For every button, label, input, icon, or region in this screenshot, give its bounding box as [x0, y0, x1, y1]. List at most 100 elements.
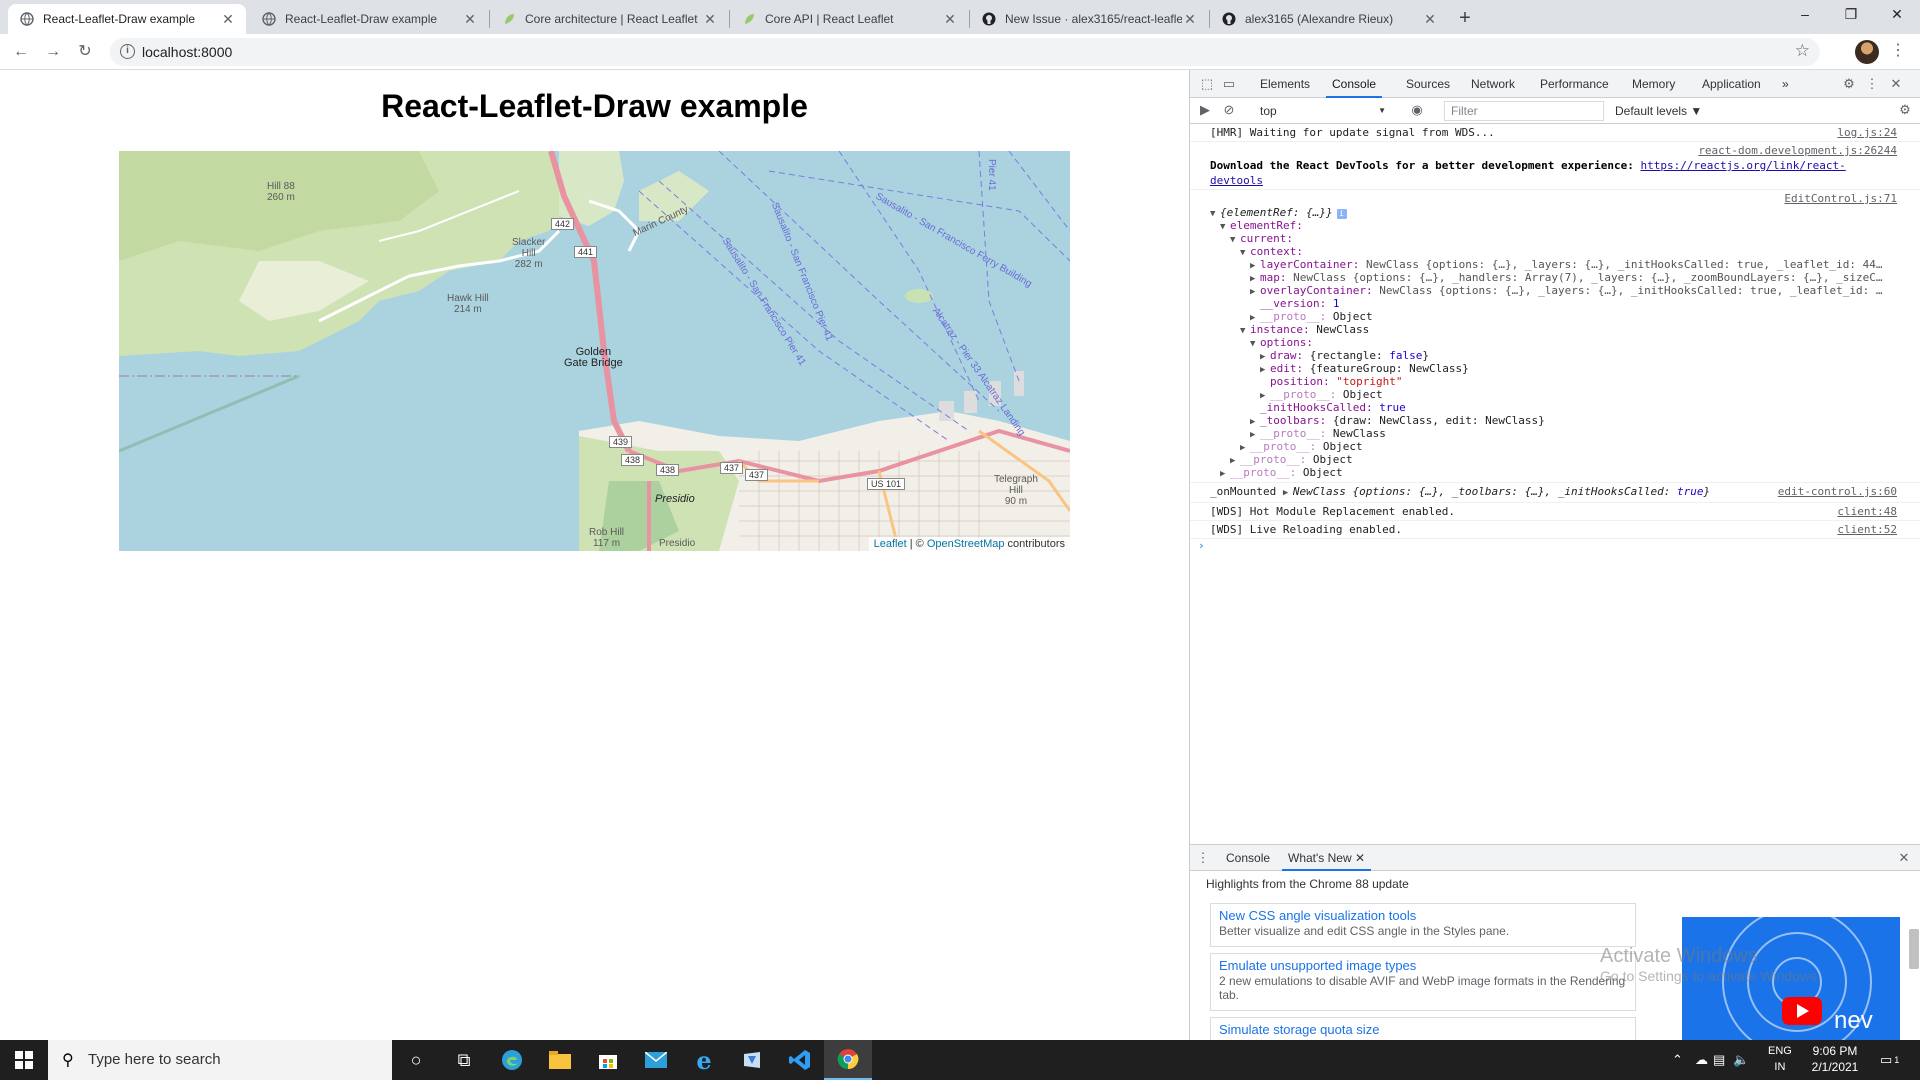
mail-icon[interactable] [632, 1040, 680, 1080]
whats-new-card[interactable]: Emulate unsupported image types 2 new em… [1210, 953, 1636, 1011]
inspect-element-icon[interactable]: ⬚ [1198, 75, 1216, 93]
whats-new-card[interactable]: Simulate storage quota size [1210, 1017, 1636, 1041]
source-link[interactable]: edit-control.js:60 [1778, 484, 1897, 499]
url-text[interactable]: localhost:8000 [142, 44, 232, 60]
vscode-icon[interactable] [776, 1040, 824, 1080]
gear-icon[interactable]: ⚙ [1840, 75, 1858, 93]
clear-console-icon[interactable]: ⊘ [1220, 101, 1238, 119]
tree-node[interactable]: ▼ instance: NewClass [1210, 323, 1897, 336]
tab-core-api[interactable]: Core API | React Leaflet ✕ [730, 4, 968, 34]
log-levels-dropdown[interactable]: Default levels ▼ [1615, 101, 1702, 121]
tree-node[interactable]: ▼ elementRef: [1210, 219, 1897, 232]
close-icon[interactable]: ✕ [702, 11, 718, 28]
tab-memory[interactable]: Memory [1626, 70, 1681, 98]
system-clock[interactable]: 9:06 PM 2/1/2021 [1800, 1043, 1870, 1075]
show-hidden-icons[interactable]: ⌃ [1672, 1040, 1683, 1080]
tab-elements[interactable]: Elements [1254, 70, 1316, 98]
eye-icon[interactable]: ◉ [1408, 101, 1426, 119]
file-explorer-icon[interactable] [536, 1040, 584, 1080]
tree-node[interactable]: ▶ layerContainer: NewClass {options: {…},… [1210, 258, 1897, 271]
leaflet-link[interactable]: Leaflet [874, 538, 907, 550]
drawer-scrollbar[interactable] [1909, 929, 1919, 969]
close-icon[interactable]: ✕ [1887, 75, 1905, 93]
tree-node[interactable]: ▶ __proto__: Object [1210, 466, 1897, 479]
language-indicator[interactable]: ENG IN [1768, 1043, 1792, 1075]
source-link[interactable]: log.js:24 [1837, 125, 1897, 140]
card-title[interactable]: Emulate unsupported image types [1219, 958, 1627, 974]
bookmark-star-icon[interactable]: ☆ [1795, 41, 1810, 61]
tree-node-root[interactable]: ▼ {elementRef: {…}} i [1210, 206, 1897, 219]
tree-node[interactable]: ▼ options: [1210, 336, 1897, 349]
chrome-menu-icon[interactable]: ⋮ [1890, 40, 1906, 64]
minimize-button[interactable]: – [1782, 0, 1828, 30]
drawer-menu-icon[interactable]: ⋮ [1194, 849, 1212, 867]
leaflet-map[interactable]: Hill 88 260 m Slacker Hill 282 m Hawk Hill 2… [119, 151, 1070, 551]
filter-input[interactable]: Filter [1444, 101, 1604, 121]
cortana-icon[interactable]: ○ [392, 1040, 440, 1080]
tree-node[interactable]: ▶ __proto__: Object [1210, 310, 1897, 323]
tree-node[interactable]: ▶ edit: {featureGroup: NewClass} [1210, 362, 1897, 375]
tree-node[interactable]: ▶ __proto__: Object [1210, 388, 1897, 401]
drawer-tab-console[interactable]: Console [1220, 845, 1276, 871]
store-icon[interactable] [584, 1040, 632, 1080]
vpn-app-icon[interactable] [728, 1040, 776, 1080]
tab-core-architecture[interactable]: Core architecture | React Leaflet ✕ [490, 4, 728, 34]
sidebar-toggle-icon[interactable]: ▶ [1196, 101, 1214, 119]
close-icon[interactable]: ✕ [1422, 11, 1438, 28]
taskbar-search[interactable]: ⚲ Type here to search [48, 1040, 392, 1080]
close-icon[interactable]: ✕ [462, 11, 478, 28]
info-icon[interactable]: i [120, 44, 135, 59]
task-view-icon[interactable]: ⧉ [440, 1040, 488, 1080]
whats-new-card[interactable]: New CSS angle visualization tools Better… [1210, 903, 1636, 947]
tree-node[interactable]: ▶ _toolbars: {draw: NewClass, edit: NewCl… [1210, 414, 1897, 427]
profile-avatar[interactable] [1855, 40, 1879, 64]
tree-node[interactable]: ▼ context: [1210, 245, 1897, 258]
address-bar[interactable]: i localhost:8000 ☆ [110, 38, 1820, 66]
notifications-icon[interactable]: ▭ 1 [1880, 1040, 1899, 1080]
more-tabs-icon[interactable]: » [1776, 70, 1795, 98]
edge-icon[interactable] [488, 1040, 536, 1080]
source-link[interactable]: react-dom.development.js:26244 [1698, 143, 1897, 158]
console-prompt[interactable]: › [1190, 539, 1920, 552]
close-icon[interactable]: ✕ [1182, 11, 1198, 28]
tab-network[interactable]: Network [1465, 70, 1521, 98]
tree-node[interactable]: ▶ __proto__: NewClass [1210, 427, 1897, 440]
drawer-tab-whats-new[interactable]: What's New ✕ [1282, 845, 1372, 871]
tree-node[interactable]: ▶ draw: {rectangle: false} [1210, 349, 1897, 362]
more-options-icon[interactable]: ⋮ [1863, 75, 1881, 93]
windows-start-icon[interactable] [0, 1040, 48, 1080]
forward-icon[interactable]: → [41, 40, 65, 64]
close-window-button[interactable]: ✕ [1874, 0, 1920, 30]
tab-alex3165[interactable]: alex3165 (Alexandre Rieux) ✕ [1210, 4, 1448, 34]
card-title[interactable]: Simulate storage quota size [1219, 1022, 1627, 1038]
onedrive-icon[interactable]: ☁ [1695, 1040, 1708, 1080]
maximize-button[interactable]: ❐ [1828, 0, 1874, 30]
tab-react-leaflet-draw-1[interactable]: React-Leaflet-Draw example ✕ [8, 4, 246, 34]
close-icon[interactable]: ✕ [220, 11, 236, 28]
tab-sources[interactable]: Sources [1400, 70, 1456, 98]
source-link[interactable]: client:48 [1837, 504, 1897, 519]
tree-node[interactable]: ▼ current: [1210, 232, 1897, 245]
network-icon[interactable]: ▤ [1713, 1040, 1725, 1080]
device-toolbar-icon[interactable]: ▭ [1220, 75, 1238, 93]
tree-node[interactable]: ▶ map: NewClass {options: {…}, _handlers:… [1210, 271, 1897, 284]
tab-performance[interactable]: Performance [1534, 70, 1615, 98]
card-title[interactable]: New CSS angle visualization tools [1219, 908, 1627, 924]
source-link[interactable]: EditControl.js:71 [1784, 191, 1897, 206]
tree-node[interactable]: ▶ __proto__: Object [1210, 440, 1897, 453]
back-icon[interactable]: ← [9, 40, 33, 64]
reload-icon[interactable]: ↻ [73, 40, 97, 64]
tree-node[interactable]: ▶ overlayContainer: NewClass {options: {…… [1210, 284, 1897, 297]
console-settings-icon[interactable]: ⚙ [1896, 101, 1914, 119]
tab-application[interactable]: Application [1696, 70, 1767, 98]
tab-react-leaflet-draw-2[interactable]: React-Leaflet-Draw example ✕ [250, 4, 488, 34]
play-icon[interactable] [1782, 997, 1822, 1025]
tab-new-issue[interactable]: New Issue · alex3165/react-leafle ✕ [970, 4, 1208, 34]
tree-node[interactable]: ▶ __proto__: Object [1210, 453, 1897, 466]
close-drawer-icon[interactable]: ✕ [1895, 849, 1913, 867]
osm-link[interactable]: OpenStreetMap [927, 538, 1005, 550]
tab-console[interactable]: Console [1326, 70, 1383, 98]
close-icon[interactable]: ✕ [1355, 851, 1365, 865]
context-select[interactable]: top [1260, 101, 1390, 121]
volume-icon[interactable]: 🔈 [1733, 1040, 1749, 1080]
